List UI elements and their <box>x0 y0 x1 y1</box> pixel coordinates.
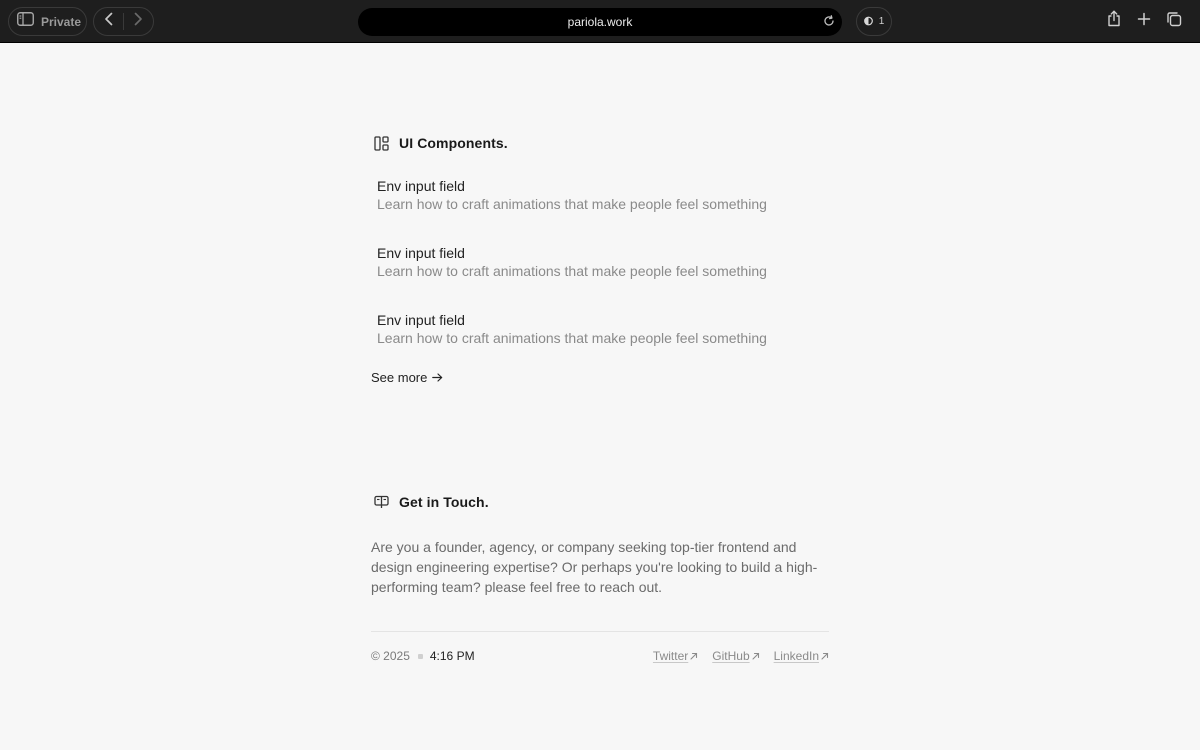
forward-button[interactable] <box>124 8 153 35</box>
link-label: LinkedIn <box>773 649 819 663</box>
separator-dot <box>417 653 423 659</box>
address-bar[interactable]: pariola.work <box>358 8 842 36</box>
contact-section-header: Get in Touch. <box>373 494 489 510</box>
shield-icon <box>863 13 873 31</box>
item-name: Env input field <box>377 312 465 328</box>
github-link[interactable]: GitHub <box>712 649 759 663</box>
list-item[interactable]: Env input field Learn how to craft anima… <box>377 311 767 378</box>
new-tab-button[interactable] <box>1134 11 1154 31</box>
item-description: Learn how to craft animations that make … <box>377 330 767 346</box>
item-description: Learn how to craft animations that make … <box>377 196 767 212</box>
share-icon <box>1107 10 1121 32</box>
private-label: Private <box>41 14 82 29</box>
components-title: UI Components. <box>399 135 508 151</box>
book-open-icon <box>373 494 389 510</box>
share-button[interactable] <box>1104 10 1124 32</box>
private-tab-group-button[interactable]: Private <box>8 7 87 36</box>
back-button[interactable] <box>94 8 123 35</box>
contact-title: Get in Touch. <box>399 494 489 510</box>
item-name: Env input field <box>377 178 465 194</box>
list-item[interactable]: Env input field Learn how to craft anima… <box>377 177 767 244</box>
item-name: Env input field <box>377 245 465 261</box>
local-time: 4:16 PM <box>429 649 475 663</box>
link-label: Twitter <box>652 649 689 663</box>
toolbar-actions <box>1104 10 1184 32</box>
twitter-link[interactable]: Twitter <box>653 649 698 663</box>
footer: © 2025 4:16 PM Twitter GitHub LinkedIn <box>371 649 829 663</box>
privacy-report-button[interactable]: 1 <box>856 7 892 36</box>
footer-divider <box>371 631 829 632</box>
navigation-buttons <box>93 7 154 36</box>
social-links: Twitter GitHub LinkedIn <box>653 649 829 663</box>
see-more-label: See more <box>371 370 428 385</box>
linkedin-link[interactable]: LinkedIn <box>774 649 829 663</box>
reload-icon <box>823 14 835 30</box>
browser-toolbar: Private pariola.work 1 <box>0 0 1200 43</box>
link-label: GitHub <box>712 649 750 663</box>
chevron-left-icon <box>104 12 113 31</box>
components-section-header: UI Components. <box>373 135 508 151</box>
url-text: pariola.work <box>567 15 633 29</box>
arrow-up-right-icon <box>821 649 829 663</box>
item-description: Learn how to craft animations that make … <box>377 263 767 279</box>
layout-icon <box>373 135 389 151</box>
list-item[interactable]: Env input field Learn how to craft anima… <box>377 244 767 311</box>
tabs-icon <box>1166 11 1182 32</box>
arrow-up-right-icon <box>752 649 760 663</box>
arrow-up-right-icon <box>690 649 698 663</box>
contact-paragraph: Are you a founder, agency, or company se… <box>371 539 818 595</box>
tracker-count: 1 <box>878 16 885 27</box>
components-list: Env input field Learn how to craft anima… <box>377 177 767 378</box>
sidebar-icon <box>17 12 34 31</box>
arrow-right-icon <box>432 370 443 385</box>
reload-button[interactable] <box>821 14 837 30</box>
plus-icon <box>1137 12 1151 31</box>
tab-overview-button[interactable] <box>1164 11 1184 31</box>
see-more-link[interactable]: See more <box>371 370 443 385</box>
copyright: © 2025 <box>371 649 410 663</box>
chevron-right-icon <box>134 12 143 31</box>
